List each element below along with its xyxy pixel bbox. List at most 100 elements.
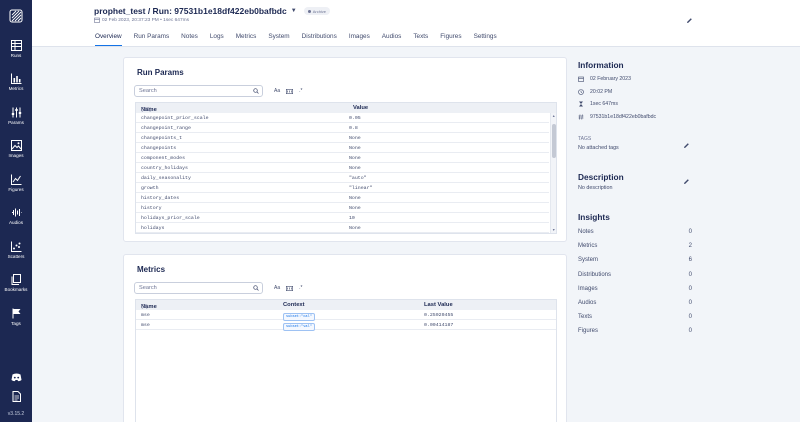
sidebar-item-figures[interactable]: Figures	[0, 166, 32, 200]
tab-audios[interactable]: Audios	[382, 31, 402, 46]
table-row[interactable]: mse subset:"cal" 0.25020455	[136, 310, 556, 321]
table-row[interactable]: growth "linear"	[136, 183, 549, 193]
sidebar-item-label: Scatters	[7, 253, 25, 259]
tab-overview[interactable]: Overview	[95, 31, 122, 46]
tab-system[interactable]: System	[268, 31, 289, 46]
sidebar-item-scatters[interactable]: Scatters	[0, 233, 32, 267]
sidebar-item-label: Audios	[8, 220, 24, 226]
regex-icon[interactable]: .*	[299, 88, 302, 94]
insights-title: Insights	[578, 212, 610, 222]
edit-tags-icon[interactable]	[683, 136, 690, 154]
param-value: 0.05	[349, 115, 361, 121]
aim-logo[interactable]	[0, 0, 32, 32]
sidebar-item-audios[interactable]: Audios	[0, 200, 32, 234]
metrics-col-context: Context	[283, 302, 305, 308]
insight-texts[interactable]: Texts 0	[578, 314, 692, 320]
insight-distributions[interactable]: Distributions 0	[578, 272, 692, 278]
tab-logs[interactable]: Logs	[210, 31, 224, 46]
table-row[interactable]: changepoint_prior_scale 0.05	[136, 113, 549, 123]
scroll-up-icon[interactable]: ▲	[552, 114, 555, 118]
param-value: None	[349, 205, 361, 211]
insight-label: Metrics	[578, 243, 598, 250]
run-params-card: Run Params Aa .* Name (29) Value changep…	[123, 57, 567, 242]
docs-icon[interactable]	[0, 387, 32, 406]
search-icon	[253, 88, 259, 94]
edit-run-icon[interactable]	[686, 11, 693, 29]
insight-system[interactable]: System 6	[578, 257, 692, 263]
tab-run-params[interactable]: Run Params	[134, 31, 170, 46]
param-value: None	[349, 145, 361, 151]
param-value: 10	[349, 215, 355, 221]
edit-description-icon[interactable]	[683, 172, 690, 190]
metrics-search-input[interactable]	[139, 285, 249, 291]
metrics-title: Metrics	[137, 265, 166, 274]
sidebar-item-metrics[interactable]: Metrics	[0, 66, 32, 100]
calendar-icon	[578, 76, 584, 82]
metric-name: mse	[141, 322, 150, 328]
scroll-down-icon[interactable]: ▼	[552, 228, 555, 232]
archive-label: Archive	[312, 8, 327, 14]
table-row[interactable]: changepoint_range 0.8	[136, 123, 549, 133]
search-icon	[253, 285, 259, 291]
insight-label: Images	[578, 285, 598, 292]
run-params-search-input[interactable]	[139, 88, 249, 94]
tab-texts[interactable]: Texts	[413, 31, 428, 46]
table-row[interactable]: holidays None	[136, 223, 549, 233]
sidebar-item-label: Runs	[10, 52, 22, 58]
table-row[interactable]: holidays_prior_scale 10	[136, 213, 549, 223]
tab-images[interactable]: Images	[349, 31, 370, 46]
tab-settings[interactable]: Settings	[474, 31, 497, 46]
table-row[interactable]: history None	[136, 203, 549, 213]
run-params-search[interactable]	[134, 85, 263, 97]
tab-notes[interactable]: Notes	[181, 31, 198, 46]
tab-metrics[interactable]: Metrics	[236, 31, 257, 46]
match-word-icon[interactable]	[286, 88, 294, 94]
info-duration: 1sec 647ms	[578, 101, 618, 107]
info-time: 20:02 PM	[578, 89, 612, 95]
tab-figures[interactable]: Figures	[440, 31, 461, 46]
table-row[interactable]: daily_seasonality "auto"	[136, 173, 549, 183]
insight-label: Figures	[578, 328, 599, 335]
table-row[interactable]: changepoints None	[136, 143, 549, 153]
description-title: Description	[578, 172, 624, 182]
hourglass-icon	[579, 101, 583, 107]
sidebar-item-runs[interactable]: Runs	[0, 32, 32, 66]
insight-images[interactable]: Images 0	[578, 286, 692, 292]
match-case-icon[interactable]: Aa	[274, 88, 280, 94]
table-row[interactable]: history_dates None	[136, 193, 549, 203]
info-duration-text: 1sec 647ms	[590, 101, 618, 107]
sidebar-item-params[interactable]: Params	[0, 99, 32, 133]
insight-count: 0	[688, 300, 692, 306]
metrics-table: Name (2) Context Last Value mse subset:"c…	[135, 299, 557, 422]
run-title[interactable]: prophet_test / Run: 97531b1e18df422eb0ba…	[94, 6, 287, 16]
sidebar-item-bookmarks[interactable]: Bookmarks	[0, 267, 32, 301]
context-chip[interactable]: subset:"val"	[283, 322, 315, 331]
image-icon	[10, 140, 22, 152]
insight-audios[interactable]: Audios 0	[578, 300, 692, 306]
tab-distributions[interactable]: Distributions	[302, 31, 337, 46]
scroll-thumb[interactable]	[552, 124, 556, 158]
metrics-search[interactable]	[134, 282, 263, 294]
sidebar-item-images[interactable]: Images	[0, 133, 32, 167]
chevron-down-icon[interactable]: ▼	[291, 8, 297, 14]
table-row[interactable]: country_holidays None	[136, 163, 549, 173]
match-case-icon[interactable]: Aa	[274, 285, 280, 291]
insight-figures[interactable]: Figures 0	[578, 328, 692, 334]
regex-icon[interactable]: .*	[299, 285, 302, 291]
info-hash-text: 97531b1e18df422eb0bafbdc	[590, 114, 657, 120]
insight-notes[interactable]: Notes 0	[578, 229, 692, 235]
table-row[interactable]: mse subset:"val" 0.00414187	[136, 320, 556, 331]
run-params-table-header: Name (29) Value	[136, 103, 556, 113]
run-params-scrollbar[interactable]: ▲ ▼	[550, 113, 556, 233]
sidebar-item-tags[interactable]: Tags	[0, 300, 32, 334]
insight-label: Audios	[578, 300, 597, 306]
metrics-col-last-value: Last Value	[424, 302, 453, 308]
metric-last-value: 0.25020455	[424, 312, 454, 318]
insight-metrics[interactable]: Metrics 2	[578, 243, 692, 249]
run-meta-text: 02 Feb 2023, 20:37:23 PM • 1sec 647ms	[102, 17, 190, 23]
table-row[interactable]: changepoints_t None	[136, 133, 549, 143]
archive-badge[interactable]: Archive	[303, 7, 331, 15]
discord-icon[interactable]	[0, 368, 32, 387]
table-row[interactable]: component_modes None	[136, 153, 549, 163]
match-word-icon[interactable]	[286, 285, 294, 291]
